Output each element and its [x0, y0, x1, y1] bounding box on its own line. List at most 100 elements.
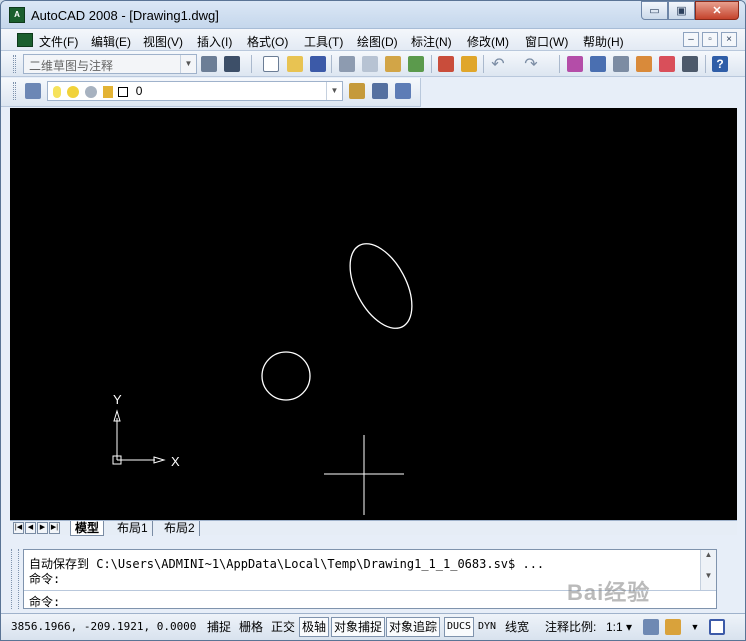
- layout-tabs-bar: |◀ ◀ ▶ ▶| 模型 布局1 布局2: [10, 520, 737, 536]
- osnap-toggle[interactable]: 对象捕捉: [331, 617, 386, 637]
- 3d-dwf-button[interactable]: [406, 54, 426, 74]
- menu-edit[interactable]: 编辑(E): [91, 33, 131, 50]
- menu-format[interactable]: 格式(O): [247, 33, 288, 50]
- workspace-settings-button[interactable]: [199, 54, 219, 74]
- block-editor-button[interactable]: [459, 54, 479, 74]
- tab-layout1[interactable]: 布局1: [113, 521, 153, 536]
- menu-help[interactable]: 帮助(H): [583, 33, 624, 50]
- command-scrollbar[interactable]: ▲ ▼: [700, 550, 716, 590]
- chevron-down-icon: ▼: [326, 82, 342, 100]
- chevron-down-icon: ▼: [180, 55, 196, 73]
- pan-button[interactable]: [565, 54, 585, 74]
- ducs-toggle[interactable]: DUCS: [444, 617, 475, 637]
- menu-insert[interactable]: 插入(I): [197, 33, 232, 50]
- doc-close-button[interactable]: ×: [721, 32, 737, 47]
- ellipse-shape[interactable]: [337, 234, 424, 339]
- tab-layout2[interactable]: 布局2: [160, 521, 200, 536]
- new-button[interactable]: [261, 54, 281, 74]
- plot-button[interactable]: [337, 54, 357, 74]
- toolbar-grip[interactable]: [13, 82, 16, 100]
- next-tab-button[interactable]: ▶: [37, 522, 48, 534]
- document-icon[interactable]: [17, 33, 33, 47]
- workspace-value: 二维草图与注释: [29, 59, 114, 73]
- save-icon: [310, 56, 326, 72]
- redo-button[interactable]: ↷: [521, 54, 541, 74]
- scroll-up-icon[interactable]: ▲: [701, 550, 716, 559]
- menu-tools[interactable]: 工具(T): [304, 33, 343, 50]
- menu-view[interactable]: 视图(V): [143, 33, 183, 50]
- sun-icon: [67, 85, 80, 98]
- menu-modify[interactable]: 修改(M): [467, 33, 509, 50]
- layers-toolbar: 0 ▼: [1, 78, 421, 107]
- open-button[interactable]: [285, 54, 305, 74]
- new-file-icon: [263, 56, 279, 72]
- clean-screen-button[interactable]: [707, 617, 727, 637]
- status-menu-button[interactable]: ▼: [685, 617, 705, 637]
- maximize-button[interactable]: ▣: [668, 1, 695, 20]
- preview-icon: [362, 56, 378, 72]
- lightbulb-icon: [53, 85, 61, 98]
- match-properties-button[interactable]: [436, 54, 456, 74]
- doc-minimize-button[interactable]: –: [683, 32, 699, 47]
- scroll-down-icon[interactable]: ▼: [701, 571, 716, 580]
- drawing-canvas[interactable]: X Y: [10, 108, 737, 520]
- plot-preview-button[interactable]: [360, 54, 380, 74]
- help-button[interactable]: ?: [710, 54, 730, 74]
- annotation-visibility-button[interactable]: [641, 617, 661, 637]
- annotation-scale-value: 1:1: [606, 620, 623, 634]
- title-bar[interactable]: A AutoCAD 2008 - [Drawing1.dwg] ▭ ▣ ✕: [1, 1, 745, 29]
- save-button[interactable]: [308, 54, 328, 74]
- properties-icon: [613, 56, 629, 72]
- tool-palettes-button[interactable]: [657, 54, 677, 74]
- brush-icon: [438, 56, 454, 72]
- menu-file[interactable]: 文件(F): [39, 33, 78, 50]
- lock-icon: [665, 619, 681, 635]
- menu-window[interactable]: 窗口(W): [525, 33, 568, 50]
- layer-states-button[interactable]: [393, 81, 413, 101]
- layer-manager-button[interactable]: [23, 81, 43, 101]
- workspace-save-button[interactable]: [222, 54, 242, 74]
- layer-current-icon: [349, 83, 365, 99]
- redo-icon: ↷: [524, 56, 538, 73]
- cursor-coordinates[interactable]: 3856.1966, -209.1921, 0.0000: [11, 620, 196, 633]
- properties-button[interactable]: [611, 54, 631, 74]
- design-center-button[interactable]: [634, 54, 654, 74]
- menu-dimension[interactable]: 标注(N): [411, 33, 452, 50]
- status-bar: 3856.1966, -209.1921, 0.0000 捕捉 栅格 正交 极轴…: [1, 613, 745, 640]
- toolbar-lock-button[interactable]: [663, 617, 683, 637]
- annotation-scale-dropdown[interactable]: 1:1 ▾: [603, 617, 635, 637]
- polar-toggle[interactable]: 极轴: [299, 617, 330, 637]
- dyn-toggle[interactable]: DYN: [475, 617, 499, 637]
- tab-model[interactable]: 模型: [70, 521, 105, 536]
- toolbar-grip[interactable]: [13, 55, 16, 73]
- layer-dropdown[interactable]: 0 ▼: [47, 81, 343, 101]
- lineweight-toggle[interactable]: 线宽: [502, 617, 532, 637]
- menu-draw[interactable]: 绘图(D): [357, 33, 398, 50]
- ortho-toggle[interactable]: 正交: [268, 617, 298, 637]
- zoom-icon: [590, 56, 606, 72]
- calculator-button[interactable]: [680, 54, 700, 74]
- command-grip[interactable]: [11, 549, 19, 609]
- undo-button[interactable]: ↶: [488, 54, 508, 74]
- otrack-toggle[interactable]: 对象追踪: [386, 617, 441, 637]
- workspace-dropdown[interactable]: 二维草图与注释 ▼: [23, 54, 197, 74]
- minimize-icon: ▭: [649, 5, 660, 17]
- autocad-app-icon[interactable]: A: [9, 7, 25, 23]
- command-history-line: 自动保存到 C:\Users\ADMINI~1\AppData\Local\Te…: [29, 557, 545, 571]
- publish-button[interactable]: [383, 54, 403, 74]
- make-current-layer-button[interactable]: [347, 81, 367, 101]
- zoom-realtime-button[interactable]: [588, 54, 608, 74]
- menu-bar: 文件(F) 编辑(E) 视图(V) 插入(I) 格式(O) 工具(T) 绘图(D…: [1, 29, 745, 51]
- doc-restore-button[interactable]: ▫: [702, 32, 718, 47]
- prev-tab-button[interactable]: ◀: [25, 522, 36, 534]
- layer-previous-button[interactable]: [370, 81, 390, 101]
- first-tab-button[interactable]: |◀: [13, 522, 24, 534]
- close-button[interactable]: ✕: [695, 1, 739, 20]
- circle-shape[interactable]: [261, 351, 311, 401]
- command-prompt[interactable]: 命令:: [29, 593, 60, 610]
- snap-toggle[interactable]: 捕捉: [204, 617, 234, 637]
- last-tab-button[interactable]: ▶|: [49, 522, 60, 534]
- grid-toggle[interactable]: 栅格: [236, 617, 266, 637]
- pencil-icon: [461, 56, 477, 72]
- minimize-button[interactable]: ▭: [641, 1, 668, 20]
